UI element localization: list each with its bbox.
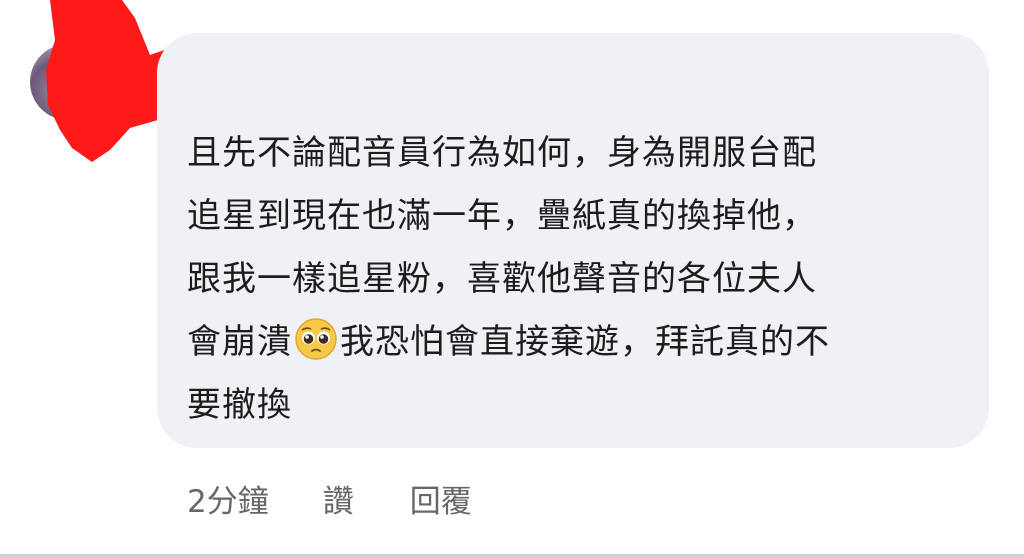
timestamp: 2分鐘 — [187, 483, 269, 520]
comment-line-2: 追星到現在也滿一年，疊紙真的換掉他， — [187, 196, 817, 236]
like-button[interactable]: 讚 — [323, 476, 354, 521]
comment-line-1: 且先不論配音員行為如何，身為開服台配 — [187, 133, 817, 173]
avatar[interactable] — [30, 44, 106, 120]
comment-line-4b: 我恐怕會直接棄遊，拜託真的不 — [340, 322, 830, 362]
comment-text: 且先不論配音員行為如何，身為開服台配 追星到現在也滿一年，疊紙真的換掉他， 跟我… — [187, 122, 947, 437]
comment-line-3: 跟我一樣追星粉，喜歡他聲音的各位夫人 — [187, 259, 817, 299]
comment-line-4a: 會崩潰 — [187, 322, 292, 362]
comment-line-5: 要撤換 — [187, 385, 292, 425]
reply-button[interactable]: 回覆 — [410, 476, 472, 521]
pleading-face-emoji — [295, 318, 337, 360]
comment-actions: 2分鐘 讚 回覆 — [187, 476, 528, 520]
